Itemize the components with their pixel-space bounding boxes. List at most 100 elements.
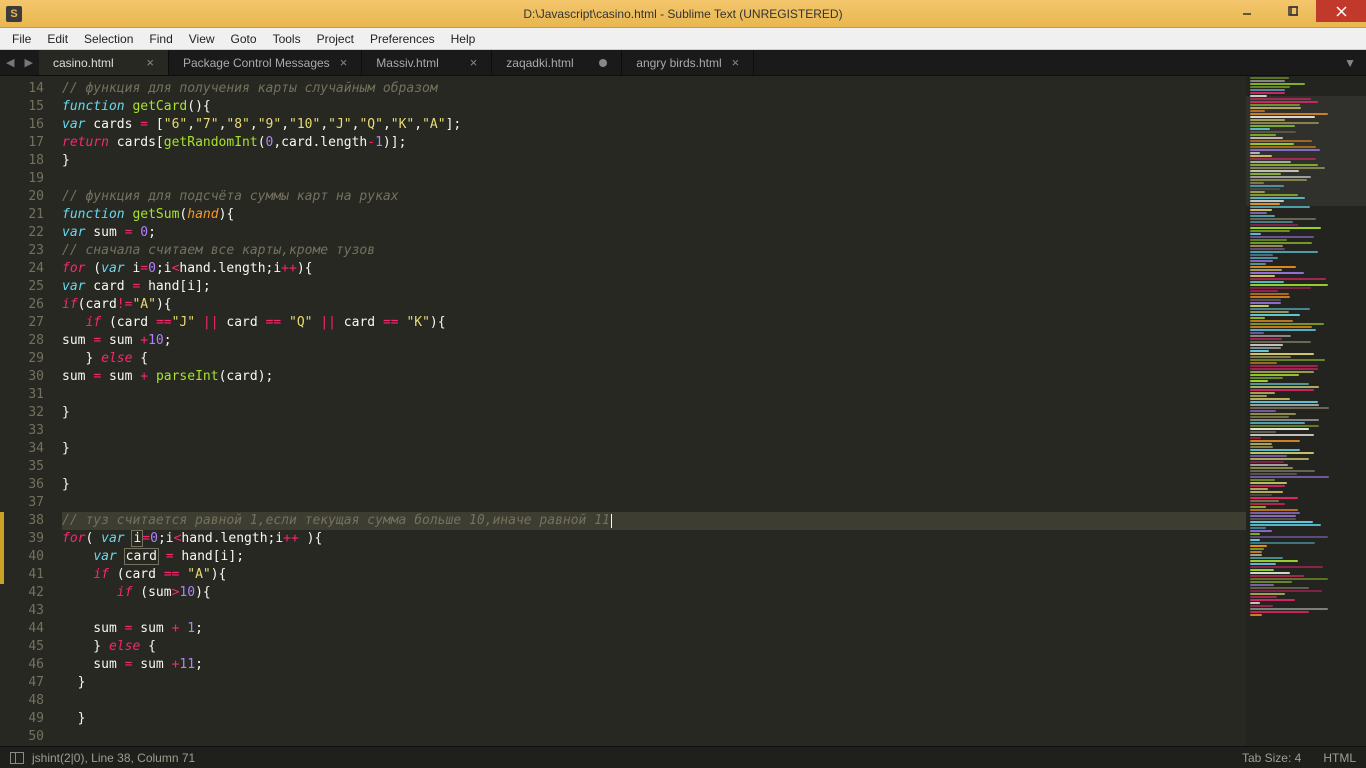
code-line[interactable]: } bbox=[62, 440, 1246, 458]
code-line[interactable] bbox=[62, 602, 1246, 620]
code-line[interactable]: function getCard(){ bbox=[62, 98, 1246, 116]
line-number[interactable]: 17 bbox=[0, 134, 44, 152]
code-line[interactable]: return cards[getRandomInt(0,card.length-… bbox=[62, 134, 1246, 152]
line-number[interactable]: 34 bbox=[0, 440, 44, 458]
tab-angry-birds-html[interactable]: angry birds.html× bbox=[622, 50, 754, 75]
line-number[interactable]: 42 bbox=[0, 584, 44, 602]
minimize-button[interactable] bbox=[1224, 0, 1270, 22]
code-line[interactable]: if(card!="A"){ bbox=[62, 296, 1246, 314]
line-number[interactable]: 36 bbox=[0, 476, 44, 494]
status-tab-size[interactable]: Tab Size: 4 bbox=[1242, 751, 1301, 765]
maximize-button[interactable] bbox=[1270, 0, 1316, 22]
tab-close-icon[interactable]: × bbox=[146, 55, 154, 70]
code-line[interactable] bbox=[62, 458, 1246, 476]
tab-dropdown-icon[interactable]: ▼ bbox=[1334, 50, 1366, 75]
code-editor[interactable]: // функция для получения карты случайным… bbox=[56, 76, 1246, 746]
line-number[interactable]: 49 bbox=[0, 710, 44, 728]
line-number[interactable]: 29 bbox=[0, 350, 44, 368]
code-line[interactable] bbox=[62, 422, 1246, 440]
line-number[interactable]: 32 bbox=[0, 404, 44, 422]
minimap[interactable] bbox=[1246, 76, 1366, 746]
line-number[interactable]: 21 bbox=[0, 206, 44, 224]
code-line[interactable]: if (card =="J" || card == "Q" || card ==… bbox=[62, 314, 1246, 332]
menu-view[interactable]: View bbox=[181, 30, 223, 48]
line-number[interactable]: 44 bbox=[0, 620, 44, 638]
line-number[interactable]: 37 bbox=[0, 494, 44, 512]
tab-nav-arrows[interactable]: ◀▶ bbox=[0, 50, 39, 75]
menu-selection[interactable]: Selection bbox=[76, 30, 141, 48]
line-number[interactable]: 26 bbox=[0, 296, 44, 314]
line-number[interactable]: 25 bbox=[0, 278, 44, 296]
menu-help[interactable]: Help bbox=[443, 30, 484, 48]
code-line[interactable] bbox=[62, 386, 1246, 404]
tab-massiv-html[interactable]: Massiv.html× bbox=[362, 50, 492, 75]
line-number[interactable]: 15 bbox=[0, 98, 44, 116]
code-line[interactable]: } else { bbox=[62, 350, 1246, 368]
code-line[interactable]: } bbox=[62, 152, 1246, 170]
status-syntax[interactable]: HTML bbox=[1323, 751, 1356, 765]
code-line[interactable]: sum = sum +10; bbox=[62, 332, 1246, 350]
code-line[interactable]: // функция для подсчёта суммы карт на ру… bbox=[62, 188, 1246, 206]
line-number[interactable]: 16 bbox=[0, 116, 44, 134]
line-number[interactable]: 50 bbox=[0, 728, 44, 746]
code-line[interactable]: if (sum>10){ bbox=[62, 584, 1246, 602]
code-line[interactable]: var cards = ["6","7","8","9","10","J","Q… bbox=[62, 116, 1246, 134]
line-number[interactable]: 43 bbox=[0, 602, 44, 620]
code-line[interactable]: } bbox=[62, 710, 1246, 728]
line-number[interactable]: 20 bbox=[0, 188, 44, 206]
code-line[interactable]: sum = sum + 1; bbox=[62, 620, 1246, 638]
sidebar-toggle-icon[interactable] bbox=[10, 752, 24, 764]
menu-edit[interactable]: Edit bbox=[39, 30, 76, 48]
line-number[interactable]: 22 bbox=[0, 224, 44, 242]
line-number[interactable]: 19 bbox=[0, 170, 44, 188]
code-line[interactable]: } else { bbox=[62, 638, 1246, 656]
code-line[interactable]: } bbox=[62, 674, 1246, 692]
menu-preferences[interactable]: Preferences bbox=[362, 30, 443, 48]
tab-casino-html[interactable]: casino.html× bbox=[39, 50, 169, 75]
code-line[interactable]: // сначала считаем все карты,кроме тузов bbox=[62, 242, 1246, 260]
menu-find[interactable]: Find bbox=[141, 30, 180, 48]
tab-zaqadki-html[interactable]: zaqadki.html bbox=[492, 50, 622, 75]
tab-close-icon[interactable]: × bbox=[732, 55, 740, 70]
close-button[interactable] bbox=[1316, 0, 1366, 22]
menu-file[interactable]: File bbox=[4, 30, 39, 48]
code-line[interactable]: } bbox=[62, 476, 1246, 494]
code-line[interactable] bbox=[62, 692, 1246, 710]
code-line[interactable]: function getSum(hand){ bbox=[62, 206, 1246, 224]
code-line[interactable] bbox=[62, 170, 1246, 188]
line-number[interactable]: 24 bbox=[0, 260, 44, 278]
code-line[interactable]: var sum = 0; bbox=[62, 224, 1246, 242]
code-line[interactable]: // функция для получения карты случайным… bbox=[62, 80, 1246, 98]
menu-project[interactable]: Project bbox=[309, 30, 362, 48]
menu-tools[interactable]: Tools bbox=[265, 30, 309, 48]
line-number[interactable]: 40 bbox=[0, 548, 44, 566]
arrow-right-icon[interactable]: ▶ bbox=[24, 56, 32, 69]
status-left[interactable]: jshint(2|0), Line 38, Column 71 bbox=[32, 751, 195, 765]
line-number[interactable]: 38 bbox=[0, 512, 44, 530]
line-number[interactable]: 30 bbox=[0, 368, 44, 386]
arrow-left-icon[interactable]: ◀ bbox=[6, 56, 14, 69]
line-number[interactable]: 46 bbox=[0, 656, 44, 674]
code-line[interactable]: sum = sum + parseInt(card); bbox=[62, 368, 1246, 386]
line-number[interactable]: 35 bbox=[0, 458, 44, 476]
code-line[interactable]: } bbox=[62, 404, 1246, 422]
tab-package-control-messages[interactable]: Package Control Messages× bbox=[169, 50, 362, 75]
code-line[interactable]: var card = hand[i]; bbox=[62, 278, 1246, 296]
line-number[interactable]: 31 bbox=[0, 386, 44, 404]
line-number[interactable]: 48 bbox=[0, 692, 44, 710]
line-number[interactable]: 27 bbox=[0, 314, 44, 332]
menu-goto[interactable]: Goto bbox=[223, 30, 265, 48]
line-number[interactable]: 47 bbox=[0, 674, 44, 692]
line-number[interactable]: 14 bbox=[0, 80, 44, 98]
code-line[interactable]: for (var i=0;i<hand.length;i++){ bbox=[62, 260, 1246, 278]
code-line[interactable] bbox=[62, 728, 1246, 746]
code-line[interactable]: // туз считается равной 1,если текущая с… bbox=[62, 512, 1246, 530]
line-number[interactable]: 23 bbox=[0, 242, 44, 260]
tab-close-icon[interactable]: × bbox=[470, 55, 478, 70]
line-number[interactable]: 33 bbox=[0, 422, 44, 440]
code-line[interactable]: var card = hand[i]; bbox=[62, 548, 1246, 566]
line-number[interactable]: 28 bbox=[0, 332, 44, 350]
tab-close-icon[interactable]: × bbox=[340, 55, 348, 70]
line-number[interactable]: 18 bbox=[0, 152, 44, 170]
line-number[interactable]: 45 bbox=[0, 638, 44, 656]
